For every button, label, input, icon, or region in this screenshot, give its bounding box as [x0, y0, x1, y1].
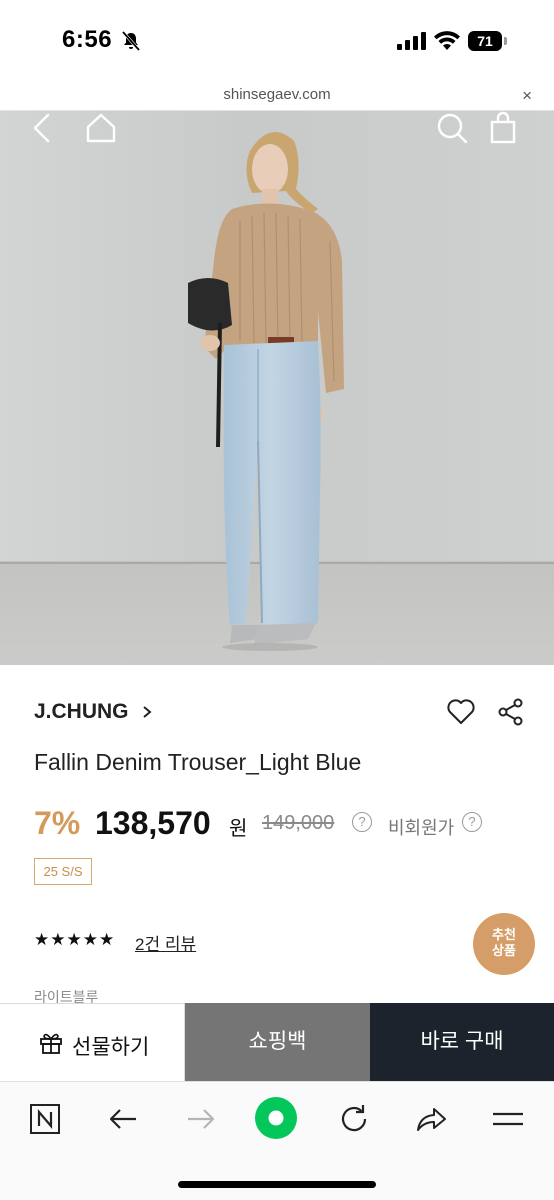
discount-rate: 7% — [34, 805, 81, 841]
buy-now-button[interactable]: 바로 구매 — [370, 1003, 554, 1081]
product-title: Fallin Denim Trouser_Light Blue — [34, 749, 362, 775]
back-arrow-icon[interactable] — [106, 1102, 140, 1136]
refresh-icon[interactable] — [337, 1102, 371, 1136]
shopping-bag-icon[interactable] — [486, 111, 520, 145]
share-icon[interactable] — [498, 698, 524, 726]
menu-icon[interactable] — [491, 1102, 525, 1136]
recommend-label-line1: 추천 — [492, 927, 516, 942]
recommended-products-button[interactable]: 추천 상품 — [473, 913, 535, 975]
product-image[interactable] — [0, 111, 554, 665]
battery-level: 71 — [468, 31, 502, 51]
brand-link[interactable]: J.CHUNG — [34, 700, 129, 724]
gift-button[interactable]: 선물하기 — [0, 1003, 185, 1081]
season-badge: 25 S/S — [34, 858, 92, 885]
cellular-signal-icon — [397, 32, 426, 50]
question-icon[interactable]: ? — [462, 812, 482, 832]
non-member-price-label: 비회원가 — [388, 818, 455, 838]
url-bar[interactable]: shinsegaev.com × — [0, 80, 554, 111]
product-photo — [0, 111, 554, 665]
add-to-bag-button[interactable]: 쇼핑백 — [185, 1003, 370, 1081]
original-price: 149,000 — [262, 812, 335, 834]
purchase-action-bar: 선물하기 쇼핑백 바로 구매 — [0, 1003, 554, 1081]
currency-unit: 원 — [229, 818, 248, 840]
question-icon[interactable]: ? — [352, 812, 372, 832]
naver-green-dot-icon[interactable] — [254, 1096, 298, 1140]
review-link[interactable]: 2건 리뷰 — [135, 930, 196, 955]
bell-off-icon — [121, 31, 141, 51]
chevron-right-icon[interactable] — [140, 702, 154, 722]
forward-arrow-icon[interactable] — [184, 1102, 218, 1136]
search-icon[interactable] — [435, 111, 469, 145]
status-bar: 6:56 71 — [0, 0, 554, 80]
url-text[interactable]: shinsegaev.com — [0, 86, 554, 103]
wifi-icon — [434, 31, 460, 50]
sale-price: 138,570 — [95, 805, 211, 841]
gift-button-label: 선물하기 — [72, 1036, 150, 1059]
heart-icon[interactable] — [446, 698, 476, 726]
rating-stars: ★★★★★ — [34, 930, 116, 949]
battery-icon: 71 — [468, 31, 508, 51]
share-arrow-icon[interactable] — [414, 1102, 448, 1136]
status-time: 6:56 — [62, 26, 113, 53]
home-icon[interactable] — [84, 111, 118, 145]
home-indicator — [178, 1181, 376, 1188]
naver-home-icon[interactable] — [28, 1102, 62, 1136]
gift-icon — [40, 1033, 62, 1054]
recommend-label-line2: 상품 — [492, 943, 516, 958]
back-icon[interactable] — [26, 111, 60, 145]
close-icon[interactable]: × — [522, 86, 532, 106]
